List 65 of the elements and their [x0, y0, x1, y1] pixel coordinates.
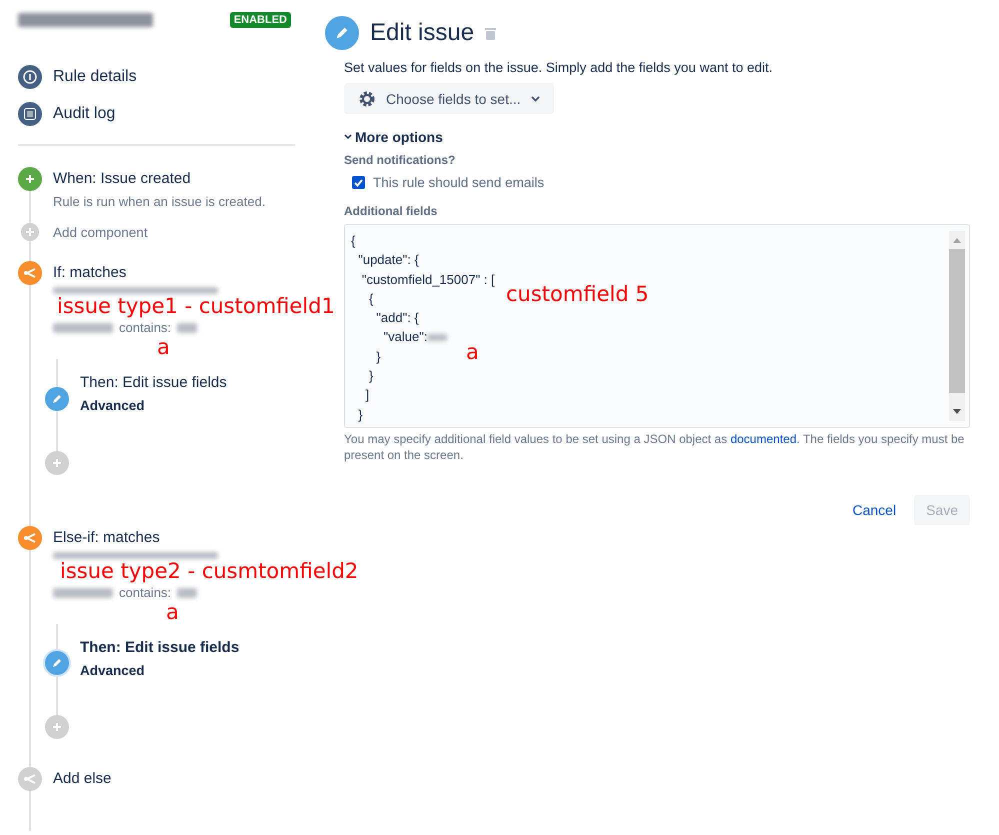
add-icon[interactable]	[45, 715, 69, 739]
component-title[interactable]: If: matches	[53, 261, 126, 285]
code-line: "add": {	[375, 309, 419, 328]
annotation-text: a	[166, 600, 179, 624]
nav-label: Audit log	[53, 104, 116, 122]
documented-link[interactable]: documented	[730, 432, 796, 446]
code-line: }	[357, 406, 363, 424]
branch-icon	[18, 261, 42, 285]
caret-icon	[344, 134, 352, 140]
component-title[interactable]: Then: Edit issue fields	[80, 636, 240, 660]
trash-icon[interactable]	[485, 26, 496, 40]
plus-icon	[18, 167, 42, 191]
field-label: Send notifications?	[344, 153, 456, 167]
info-icon	[18, 64, 42, 88]
component-title[interactable]: Then: Edit issue fields	[80, 371, 227, 395]
nav-link[interactable]: Rule details	[18, 58, 295, 95]
component-description: Rule is run when an issue is created.	[53, 193, 266, 211]
add-icon[interactable]	[21, 223, 39, 241]
panel-title: Edit issue	[370, 19, 474, 47]
code-line: ]	[364, 386, 370, 404]
cancel-button[interactable]: Cancel	[842, 495, 906, 525]
component-subtitle: Advanced	[80, 662, 145, 680]
annotation-text: customfield 5	[506, 282, 649, 306]
status-badge: ENABLED	[230, 12, 291, 28]
component-title[interactable]: Else-if: matches	[53, 526, 160, 550]
panel-description: Set values for fields on the issue. Simply add the fields you want to edit.	[344, 60, 774, 75]
checkbox[interactable]	[352, 176, 365, 189]
choose-fields-dropdown[interactable]: Choose fields to set...	[344, 83, 554, 114]
code-line: }	[368, 367, 374, 386]
component-subtitle: Advanced	[80, 397, 145, 415]
condition-text: contains:	[119, 320, 172, 335]
annotation-text: issue type2 - cusmtomfield2	[60, 559, 358, 583]
redacted-text	[53, 322, 113, 332]
redacted-text	[177, 322, 198, 332]
add-component-link[interactable]: Add component	[53, 221, 295, 245]
field-label: Additional fields	[344, 204, 438, 218]
code-line: "update": {	[357, 251, 419, 270]
more-options-toggle[interactable]: More options	[344, 129, 970, 145]
pencil-icon	[325, 16, 359, 50]
component-title[interactable]: When: Issue created	[53, 167, 191, 191]
code-line: {	[351, 232, 356, 250]
branch-add-icon[interactable]	[18, 767, 42, 791]
nav-link[interactable]: Audit log	[18, 95, 295, 132]
branch-icon	[18, 526, 42, 550]
code-line: }	[375, 348, 381, 366]
code-line: "customfield_15007" : [	[360, 270, 495, 289]
list-icon	[18, 102, 42, 126]
caret-icon	[530, 96, 540, 102]
add-icon[interactable]	[45, 451, 69, 475]
annotation-text: issue type1 - customfield1	[57, 294, 335, 318]
condition-text: contains:	[119, 585, 172, 600]
help-text: You may specify additional field values to be set using a JSON object as documented. The fields you specify must be present on the screen.	[344, 431, 966, 463]
code-line: {	[368, 290, 374, 308]
settings-icon	[358, 90, 376, 108]
code-line: "value":	[351, 327, 448, 347]
redacted-text	[53, 588, 113, 598]
annotation-text: a	[466, 340, 479, 364]
add-else-link[interactable]: Add else	[53, 767, 112, 791]
pencil-icon[interactable]	[45, 387, 69, 411]
nav-label: Rule details	[53, 68, 137, 86]
pencil-icon[interactable]	[45, 651, 69, 675]
send-emails-checkbox[interactable]: This rule should send emails	[352, 175, 544, 190]
redacted-text	[177, 588, 198, 598]
annotation-text: a	[157, 335, 170, 359]
scrollbar[interactable]	[949, 231, 965, 421]
